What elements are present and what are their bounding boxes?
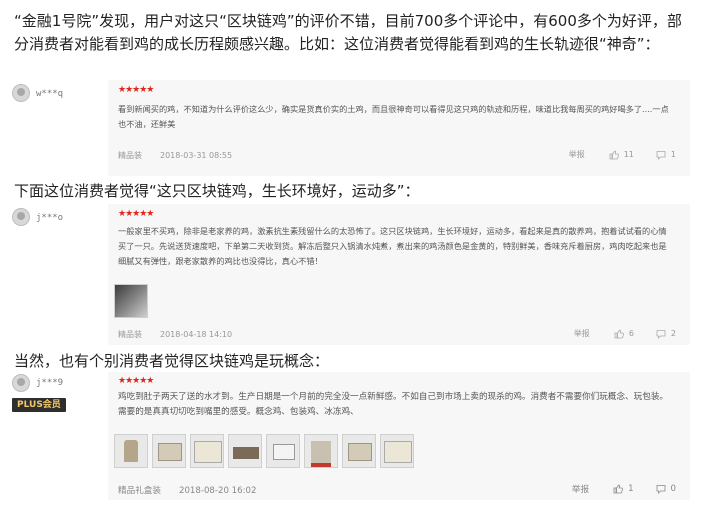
star-rating: ★★★★★ [118,85,154,95]
middle-paragraph: 下面这位消费者觉得“这只区块链鸡，生长环境好，运动多”： [14,182,420,200]
review-text: 一般家里不买鸡，除非是老家养的鸡，激素抗生素残留什么的太恐怖了。这只区块链鸡，生… [118,226,667,266]
reply-count: 2 [670,329,676,338]
comment-icon[interactable] [656,150,666,160]
like-count: 11 [623,150,634,159]
thumbs-up-icon[interactable] [609,150,619,160]
review-card: w***q ★★★★★ 看到新闻买的鸡，不知道为什么评价这么少，确实是货真价实的… [10,80,690,176]
star-rating: ★★★★★ [118,209,154,219]
review-actions: 举报 1 0 [572,483,676,495]
reviewer-name: j***o [36,213,64,223]
like-count: 6 [628,329,634,338]
review-photo-thumbnail[interactable] [228,434,262,468]
reviewer-name: j***9 [36,378,64,388]
review-meta: 精品装 2018-04-18 14:10 [118,329,232,340]
product-variant: 精品装 [118,330,142,339]
plus-member-badge: PLUS会员 [12,398,66,412]
review-photo-thumbnail[interactable] [114,434,148,468]
review-date: 2018-03-31 08:55 [160,151,233,160]
product-variant: 精品装 [118,151,142,160]
avatar [12,84,30,102]
review-text: 看到新闻买的鸡，不知道为什么评价这么少，确实是货真价实的土鸡，而且很神奇可以看得… [118,104,669,129]
review-photo-thumbnail[interactable] [114,284,148,318]
avatar [12,208,30,226]
review-photo-thumbnail[interactable] [266,434,300,468]
review-actions: 举报 6 2 [574,328,676,339]
review-images [114,284,148,318]
report-link[interactable]: 举报 [572,483,589,495]
review-date: 2018-08-20 16:02 [178,486,257,496]
review-card: j***o ★★★★★ 一般家里不买鸡，除非是老家养的鸡，激素抗生素残留什么的太… [10,204,690,345]
review-text: 鸡吃到肚子两天了送的水才到。生产日期是一个月前的完全没一点新鲜感。不如自己到市场… [118,392,669,417]
review-photo-thumbnail[interactable] [380,434,414,468]
comment-icon[interactable] [656,329,666,339]
review-photo-thumbnail[interactable] [304,434,338,468]
like-count: 1 [628,484,634,494]
comment-icon[interactable] [656,484,666,494]
thumbs-up-icon[interactable] [613,484,623,494]
reply-count: 1 [670,150,676,159]
report-link[interactable]: 举报 [574,328,590,339]
review-photo-thumbnail[interactable] [190,434,224,468]
intro-paragraph: “金融1号院”发现，用户对这只“区块链鸡”的评价不错，目前700多个评论中，有6… [14,12,682,53]
review-photo-thumbnail[interactable] [152,434,186,468]
thumbs-up-icon[interactable] [614,329,624,339]
review-meta: 精品装 2018-03-31 08:55 [118,150,232,161]
review-images [114,434,414,468]
product-variant: 精品礼盒装 [118,486,161,496]
report-link[interactable]: 举报 [569,149,585,160]
star-rating: ★★★★★ [118,376,154,386]
review-photo-thumbnail[interactable] [342,434,376,468]
review-date: 2018-04-18 14:10 [160,330,233,339]
review-actions: 举报 11 1 [569,149,676,160]
avatar [12,374,30,392]
review-card: j***9 PLUS会员 ★★★★★ 鸡吃到肚子两天了送的水才到。生产日期是一个… [10,372,690,500]
review-meta: 精品礼盒装 2018-08-20 16:02 [118,484,256,496]
reviewer-name: w***q [36,89,64,99]
end-paragraph: 当然，也有个别消费者觉得区块链鸡是玩概念： [14,352,330,370]
reply-count: 0 [670,484,676,494]
